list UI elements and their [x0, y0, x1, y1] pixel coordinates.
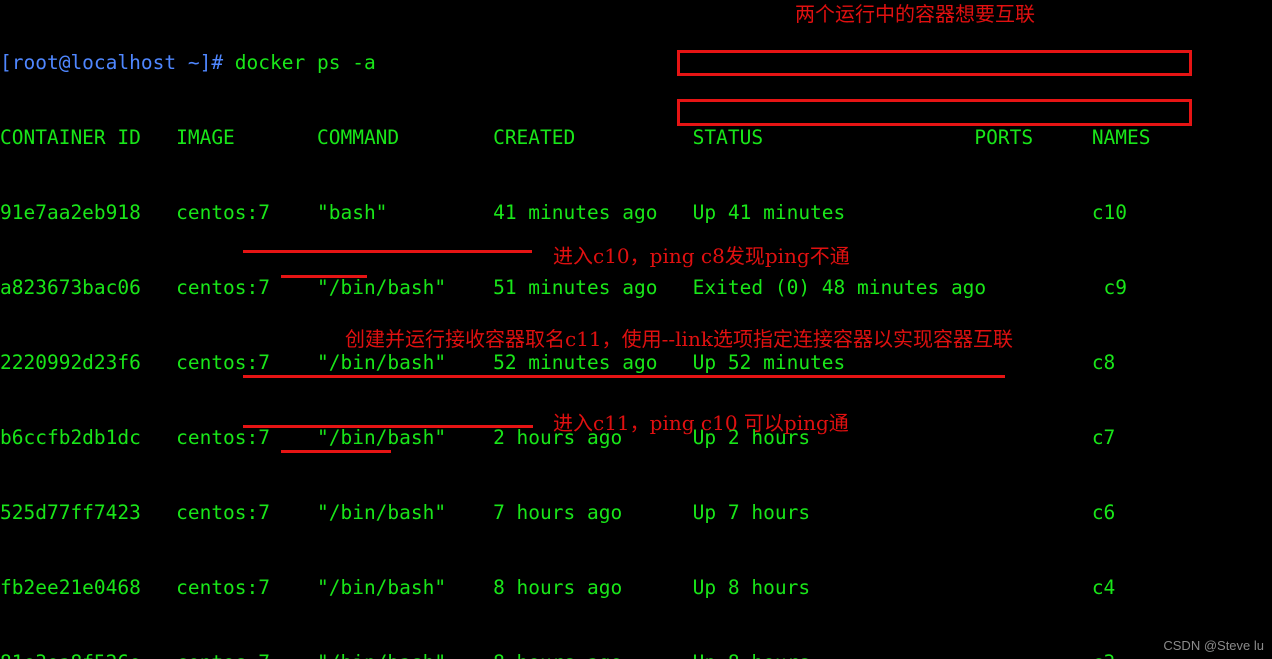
shell-command: docker ps -a [223, 51, 376, 74]
docker-ps-row-c6: 525d77ff7423 centos:7 "/bin/bash" 7 hour… [0, 501, 1116, 524]
annotation-underline-ping-c8 [281, 275, 367, 278]
shell-prompt: [root@localhost ~]# [0, 51, 224, 74]
docker-ps-header: CONTAINER ID IMAGE COMMAND CREATED STATU… [0, 126, 1151, 149]
annotation-note-create-c11: 创建并运行接收容器取名c11，使用--link选项指定连接容器以实现容器互联 [345, 327, 1013, 351]
annotation-note-interconnect: 两个运行中的容器想要互联 [795, 2, 1035, 26]
annotation-underline-docker-run-c11 [243, 375, 1005, 378]
annotation-underline-docker-exec-c11 [243, 425, 533, 428]
watermark-label: CSDN @Steve lu [1163, 638, 1264, 653]
terminal-line: [root@localhost ~]# docker ps -a [0, 50, 1272, 75]
annotation-note-enter-c11: 进入c11，ping c10 可以ping通 [553, 411, 849, 435]
terminal-screen[interactable]: [root@localhost ~]# docker ps -a CONTAIN… [0, 0, 1272, 659]
docker-ps-row-c4: fb2ee21e0468 centos:7 "/bin/bash" 8 hour… [0, 576, 1116, 599]
docker-ps-row-c8: 2220992d23f6 centos:7 "/bin/bash" 52 min… [0, 351, 1116, 374]
annotation-underline-docker-exec-c10 [243, 250, 532, 253]
docker-ps-row-c9: a823673bac06 centos:7 "/bin/bash" 51 min… [0, 276, 1128, 299]
annotation-note-enter-c10: 进入c10，ping c8发现ping不通 [553, 244, 850, 268]
annotation-underline-ping-c10 [281, 450, 391, 453]
docker-ps-row-c3: 81e3ea8f526e centos:7 "/bin/bash" 8 hour… [0, 650, 1272, 659]
docker-ps-row-c10: 91e7aa2eb918 centos:7 "bash" 41 minutes … [0, 201, 1128, 224]
